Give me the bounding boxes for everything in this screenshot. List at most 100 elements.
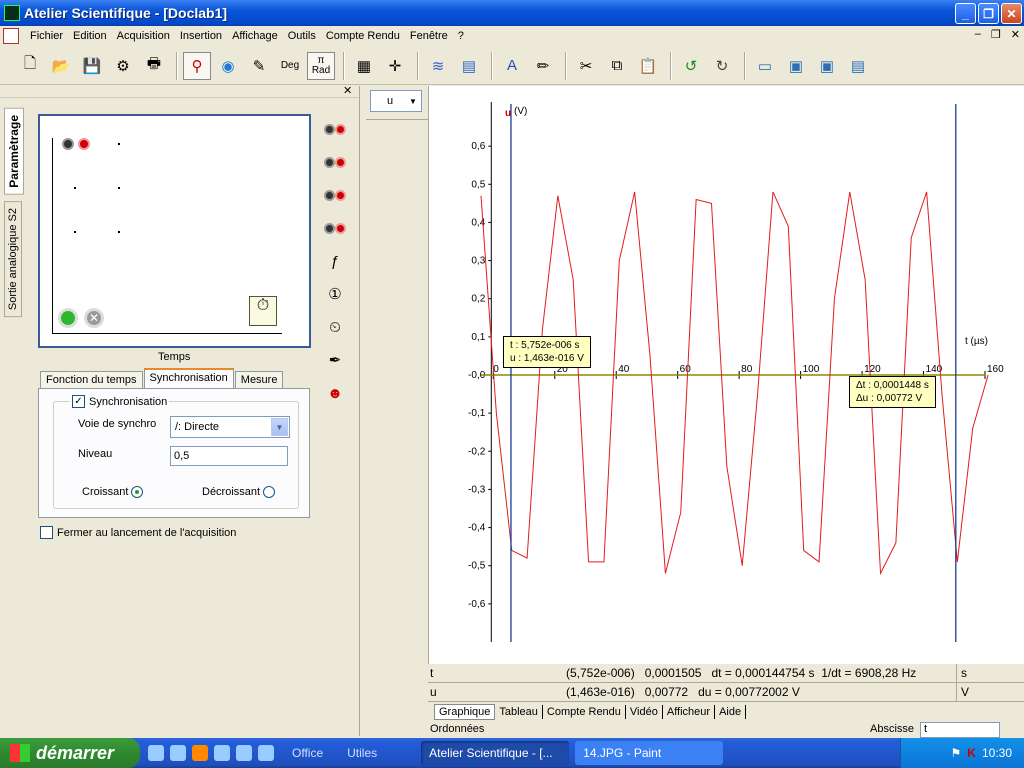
mdi-minimize-button[interactable]: – — [975, 28, 981, 41]
chevron-down-icon[interactable]: ▼ — [406, 92, 420, 110]
niveau-input[interactable]: 0,5 — [170, 446, 288, 466]
mdi-restore-button[interactable]: ❐ — [991, 28, 1001, 41]
stopwatch-icon[interactable]: ⏱ — [249, 296, 277, 326]
kaspersky-icon[interactable]: K — [967, 746, 976, 760]
menu-edition[interactable]: Edition — [68, 30, 112, 42]
panel-close-icon[interactable]: ✕ — [343, 86, 353, 97]
tab-fonction-du-temps[interactable]: Fonction du temps — [40, 371, 143, 389]
tab-graphique[interactable]: Graphique — [434, 704, 496, 720]
text-tool-icon[interactable]: A — [498, 52, 526, 80]
menu-affichage[interactable]: Affichage — [227, 30, 283, 42]
cut-icon[interactable]: ✂ — [572, 52, 600, 80]
taskbar: démarrer Office Utiles Atelier Scientifi… — [0, 738, 1024, 768]
start-acquisition-button[interactable] — [58, 308, 78, 328]
print-icon[interactable]: 🖶 — [140, 52, 168, 80]
y-tick-label: -0,5 — [468, 561, 486, 572]
layout-1-icon[interactable]: ▭ — [751, 52, 779, 80]
probe-icon[interactable]: ⚲ — [183, 51, 211, 80]
channel-1-jacks-icon[interactable] — [320, 114, 350, 144]
degree-mode-button[interactable]: Deg — [276, 52, 304, 80]
fermer-au-lancement-checkbox[interactable]: Fermer au lancement de l'acquisition — [40, 526, 236, 539]
ie-icon[interactable] — [170, 745, 186, 761]
minimize-button[interactable]: _ — [955, 3, 976, 24]
x-tick-label: 100 — [803, 364, 820, 375]
document-icon[interactable] — [3, 28, 19, 44]
print-preview-icon[interactable]: ⚙ — [109, 52, 137, 80]
firefox-icon[interactable] — [192, 745, 208, 761]
counter-icon[interactable]: ① — [320, 279, 350, 309]
channel-select[interactable]: u ▼ — [370, 90, 422, 112]
undo-icon[interactable]: ↺ — [677, 52, 705, 80]
network-icon[interactable] — [236, 745, 252, 761]
tab-parametrage[interactable]: Paramètrage — [4, 108, 24, 195]
tab-tableau[interactable]: Tableau — [495, 705, 543, 719]
modeling-icon[interactable]: ≋ — [424, 52, 452, 80]
tab-sortie-analogique[interactable]: Sortie analogique S2 — [4, 200, 22, 317]
copy-icon[interactable]: ⧉ — [603, 52, 631, 80]
croissant-radio[interactable]: Croissant — [82, 486, 144, 499]
y-tick-label: 0,2 — [471, 294, 485, 305]
redo-icon[interactable]: ↻ — [708, 52, 736, 80]
parameters-panel: ✕ Paramètrage Sortie analogique S2 ✕ ⏱ ƒ… — [0, 86, 360, 736]
grid-icon[interactable]: ▦ — [350, 52, 378, 80]
new-file-icon[interactable]: 🗋 — [16, 52, 44, 80]
tab-mesure[interactable]: Mesure — [234, 371, 284, 389]
explorer-icon[interactable] — [148, 745, 164, 761]
menu-help[interactable]: ? — [453, 30, 469, 42]
layout-2-icon[interactable]: ▣ — [782, 52, 810, 80]
task-atelier-scientifique[interactable]: Atelier Scientifique - [... — [421, 741, 570, 765]
radian-mode-button[interactable]: π Rad — [307, 51, 335, 80]
frequency-meter-icon[interactable]: ƒ — [320, 246, 350, 276]
synchronisation-checkbox[interactable]: ✓ — [72, 395, 85, 408]
graph-area[interactable]: 0,6 0,5 0,4 0,3 0,2 0,1 -0,0 -0,1 -0,2 -0,3 -0,4 -0… — [428, 86, 1024, 664]
axes-icon[interactable]: ✛ — [381, 52, 409, 80]
task-paint[interactable]: 14.JPG - Paint — [575, 741, 724, 765]
close-button[interactable]: ✕ — [1001, 3, 1022, 24]
channel-3-jacks-icon[interactable] — [320, 180, 350, 210]
drawing-tool-icon[interactable]: ✏ — [529, 52, 557, 80]
stop-acquisition-button[interactable]: ✕ — [84, 308, 104, 328]
input-jack-red[interactable] — [78, 138, 90, 150]
tab-synchronisation[interactable]: Synchronisation — [143, 368, 234, 389]
calculator-icon[interactable]: ▤ — [455, 52, 483, 80]
utiles-toolbar[interactable]: Utiles — [347, 746, 377, 760]
clock-icon[interactable]: ⏲ — [320, 312, 350, 342]
mascot-icon[interactable]: ☻ — [320, 378, 350, 408]
clock: 10:30 — [981, 746, 1012, 760]
tab-video[interactable]: Vidéo — [626, 705, 663, 719]
layout-3-icon[interactable]: ▣ — [813, 52, 841, 80]
y-tick-label: -0,3 — [468, 484, 486, 495]
start-button[interactable]: démarrer — [0, 738, 140, 768]
chart-svg[interactable]: 0,60,50,40,30,20,1-0,0-0,1-0,2-0,3-0,4-0… — [429, 86, 1024, 664]
tray-icon[interactable]: ⚑ — [951, 746, 962, 760]
channel-4-jacks-icon[interactable] — [320, 213, 350, 243]
office-toolbar[interactable]: Office — [292, 746, 323, 760]
voie-synchro-select[interactable]: /: Directe ▼ — [170, 416, 290, 438]
tab-compte-rendu[interactable]: Compte Rendu — [543, 705, 626, 719]
save-icon[interactable]: 💾 — [78, 52, 106, 80]
abscisse-select[interactable]: t — [920, 722, 1000, 738]
paste-icon[interactable]: 📋 — [634, 52, 662, 80]
menu-compte-rendu[interactable]: Compte Rendu — [321, 30, 405, 42]
input-jack-black[interactable] — [62, 138, 74, 150]
chevron-down-icon[interactable]: ▼ — [271, 418, 288, 436]
notepad-icon[interactable] — [258, 745, 274, 761]
menu-acquisition[interactable]: Acquisition — [112, 30, 175, 42]
pen-icon[interactable]: ✒ — [320, 345, 350, 375]
tab-afficheur[interactable]: Afficheur — [663, 705, 716, 719]
channel-2-jacks-icon[interactable] — [320, 147, 350, 177]
menu-outils[interactable]: Outils — [283, 30, 321, 42]
mdi-close-button[interactable]: ✕ — [1011, 28, 1020, 41]
menu-insertion[interactable]: Insertion — [175, 30, 227, 42]
menu-fenetre[interactable]: Fenêtre — [405, 30, 453, 42]
restore-button[interactable]: ❐ — [978, 3, 999, 24]
media-icon[interactable] — [214, 745, 230, 761]
tab-aide[interactable]: Aide — [715, 705, 747, 719]
menu-fichier[interactable]: Fichier — [25, 30, 68, 42]
open-folder-icon[interactable]: 📂 — [47, 52, 75, 80]
calibration-icon[interactable]: ✎ — [245, 52, 273, 80]
decroissant-radio[interactable]: Décroissant — [202, 486, 276, 499]
layout-4-icon[interactable]: ▤ — [844, 52, 872, 80]
webcam-icon[interactable]: ◉ — [214, 52, 242, 80]
axis-selection-row: Ordonnées Abscisse t — [428, 722, 1024, 738]
